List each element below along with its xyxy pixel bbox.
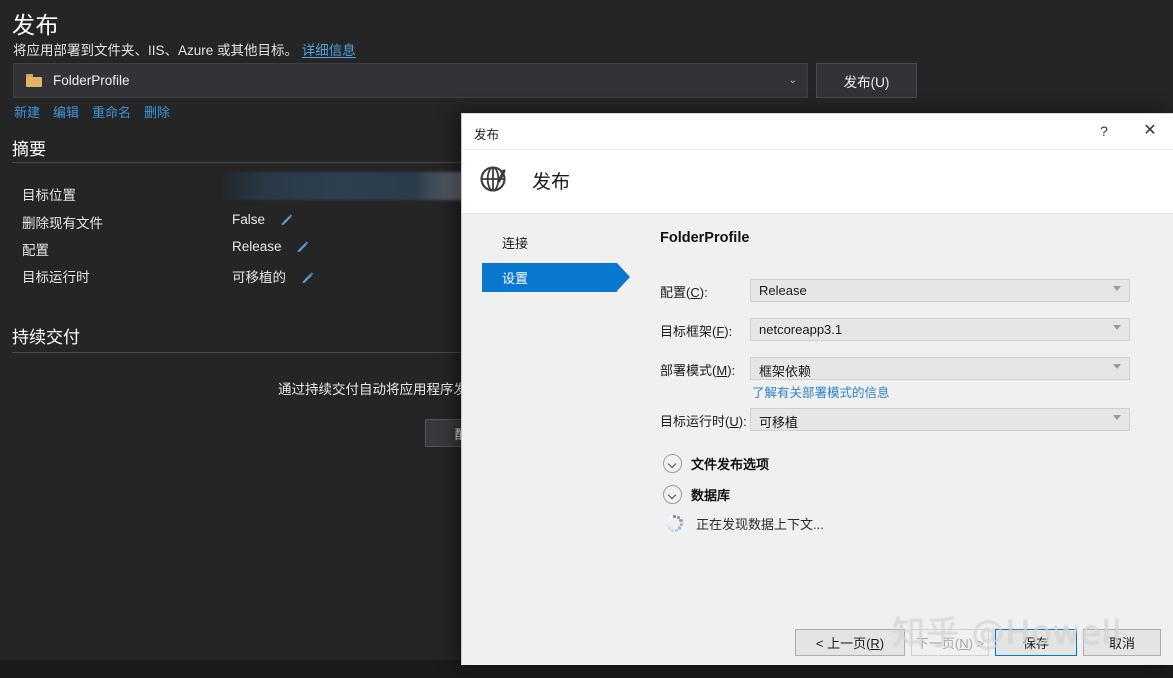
profile-link-edit[interactable]: 编辑 (53, 102, 79, 121)
folder-icon (26, 74, 42, 87)
deployment-mode-value: 框架依赖 (759, 364, 812, 379)
expander-file-publish-options[interactable]: 文件发布选项 (663, 454, 769, 473)
dialog-body: 连接 设置 FolderProfile 配置(C): Release 目标框架(… (462, 214, 1173, 621)
profile-name-label: FolderProfile (53, 73, 130, 88)
dialog-titlebar: 发布 ? ✕ (462, 114, 1173, 150)
profile-link-rename[interactable]: 重命名 (92, 102, 131, 121)
field-target-framework: 目标框架(F): netcoreapp3.1 (660, 318, 1138, 341)
profile-combo-box[interactable]: FolderProfile ⌄ (13, 63, 808, 98)
deployment-mode-help-link[interactable]: 了解有关部署模式的信息 (752, 382, 890, 401)
chevron-down-icon (663, 485, 682, 504)
dialog-footer: < 上一页(R) 下一页(N) > 保存 取消 (462, 619, 1173, 665)
field-target-framework-label: 目标框架(F): (660, 324, 733, 339)
publish-dialog: 发布 ? ✕ 发布 连接 设置 FolderProfile 配置(C): Rel… (461, 113, 1173, 665)
form-heading: FolderProfile (660, 230, 750, 246)
configuration-combo-box[interactable]: Release (750, 279, 1130, 302)
chevron-down-icon (663, 454, 682, 473)
deployment-mode-combo-box[interactable]: 框架依赖 (750, 357, 1130, 380)
dialog-banner-title: 发布 (532, 172, 571, 193)
cancel-button[interactable]: 取消 (1083, 629, 1161, 656)
nav-item-settings[interactable]: 设置 (482, 263, 630, 292)
field-target-runtime-label: 目标运行时(U): (660, 414, 747, 429)
field-configuration: 配置(C): Release (660, 279, 1138, 302)
summary-label-target-location: 目标位置 (22, 188, 76, 203)
more-info-link[interactable]: 详细信息 (302, 43, 356, 58)
nav-item-connection[interactable]: 连接 (482, 228, 617, 257)
field-target-runtime: 目标运行时(U): 可移植 (660, 408, 1138, 431)
nav-item-settings-label: 设置 (502, 271, 529, 286)
profile-row: FolderProfile ⌄ 发布(U) (13, 63, 1158, 98)
expander-file-publish-options-label: 文件发布选项 (691, 457, 770, 472)
status-text: 正在发现数据上下文... (696, 517, 824, 532)
field-configuration-label: 配置(C): (660, 285, 708, 300)
status-row: 正在发现数据上下文... (665, 514, 824, 533)
chevron-down-icon: ⌄ (788, 74, 797, 86)
dialog-nav: 连接 设置 (482, 228, 642, 298)
close-icon[interactable]: ✕ (1128, 114, 1172, 148)
field-deployment-mode: 部署模式(M): 框架依赖 (660, 357, 1138, 380)
dialog-title: 发布 (474, 128, 500, 142)
loading-spinner-icon (665, 514, 684, 533)
summary-value-delete-files-text: False (232, 212, 266, 227)
target-runtime-combo-box[interactable]: 可移植 (750, 408, 1130, 431)
pencil-icon[interactable] (301, 270, 315, 284)
field-deployment-mode-label: 部署模式(M): (660, 363, 736, 378)
save-button[interactable]: 保存 (995, 629, 1077, 656)
next-button: 下一页(N) > (911, 629, 989, 656)
target-framework-value: netcoreapp3.1 (759, 322, 843, 337)
pencil-icon[interactable] (280, 212, 294, 226)
expander-databases[interactable]: 数据库 (663, 485, 730, 504)
continuous-delivery-heading: 持续交付 (12, 328, 80, 347)
summary-value-target-runtime-text: 可移植的 (232, 270, 286, 285)
help-icon[interactable]: ? (1082, 114, 1126, 148)
configuration-value: Release (759, 283, 807, 298)
summary-heading: 摘要 (12, 140, 46, 159)
pencil-icon[interactable] (296, 239, 310, 253)
chevron-down-icon (1113, 415, 1121, 420)
summary-value-configuration: Release (232, 239, 310, 254)
chevron-down-icon (1113, 325, 1121, 330)
profile-link-delete[interactable]: 删除 (144, 102, 170, 121)
publish-button[interactable]: 发布(U) (816, 63, 917, 98)
dialog-banner: 发布 (462, 150, 1173, 214)
nav-item-connection-label: 连接 (502, 236, 529, 251)
summary-label-target-runtime: 目标运行时 (22, 270, 90, 285)
chevron-down-icon (1113, 364, 1121, 369)
expander-databases-label: 数据库 (691, 488, 731, 503)
target-framework-combo-box[interactable]: netcoreapp3.1 (750, 318, 1130, 341)
previous-button[interactable]: < 上一页(R) (795, 629, 905, 656)
summary-label-delete-files: 删除现有文件 (22, 216, 103, 231)
summary-value-configuration-text: Release (232, 239, 282, 254)
summary-value-delete-files: False (232, 212, 294, 227)
target-location-redacted-value (222, 172, 469, 200)
profile-link-new[interactable]: 新建 (14, 102, 40, 121)
target-runtime-value: 可移植 (759, 415, 799, 430)
globe-publish-icon (478, 161, 512, 195)
profile-action-links: 新建 编辑 重命名 删除 (14, 102, 170, 121)
summary-label-configuration: 配置 (22, 243, 49, 258)
summary-value-target-runtime: 可移植的 (232, 266, 315, 286)
page-subtitle-text: 将应用部署到文件夹、IIS、Azure 或其他目标。 (13, 43, 299, 58)
chevron-down-icon (1113, 286, 1121, 291)
page-title: 发布 (12, 12, 59, 38)
page-subtitle: 将应用部署到文件夹、IIS、Azure 或其他目标。 详细信息 (13, 39, 356, 59)
